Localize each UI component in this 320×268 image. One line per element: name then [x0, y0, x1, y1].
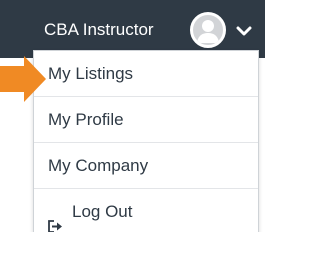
screenshot-stage: CBA Instructor My Listings My Profile My…: [0, 0, 265, 268]
user-dropdown-menu: My Listings My Profile My Company Log Ou…: [33, 50, 259, 235]
menu-item-my-company[interactable]: My Company: [34, 143, 258, 189]
annotation-arrow-icon: [0, 56, 54, 102]
page-background: [0, 232, 265, 268]
user-name: CBA Instructor: [44, 20, 154, 39]
menu-item-label: Log Out: [72, 202, 133, 221]
menu-item-label: My Profile: [48, 110, 124, 129]
menu-item-log-out[interactable]: Log Out: [34, 189, 258, 235]
menu-item-label: My Listings: [48, 64, 134, 83]
chevron-down-icon[interactable]: [236, 24, 252, 36]
menu-item-my-listings[interactable]: My Listings: [34, 51, 258, 97]
logout-icon: [48, 205, 63, 233]
menu-item-label: My Company: [48, 156, 149, 175]
menu-item-my-profile[interactable]: My Profile: [34, 97, 258, 143]
user-avatar-icon[interactable]: [190, 12, 226, 48]
